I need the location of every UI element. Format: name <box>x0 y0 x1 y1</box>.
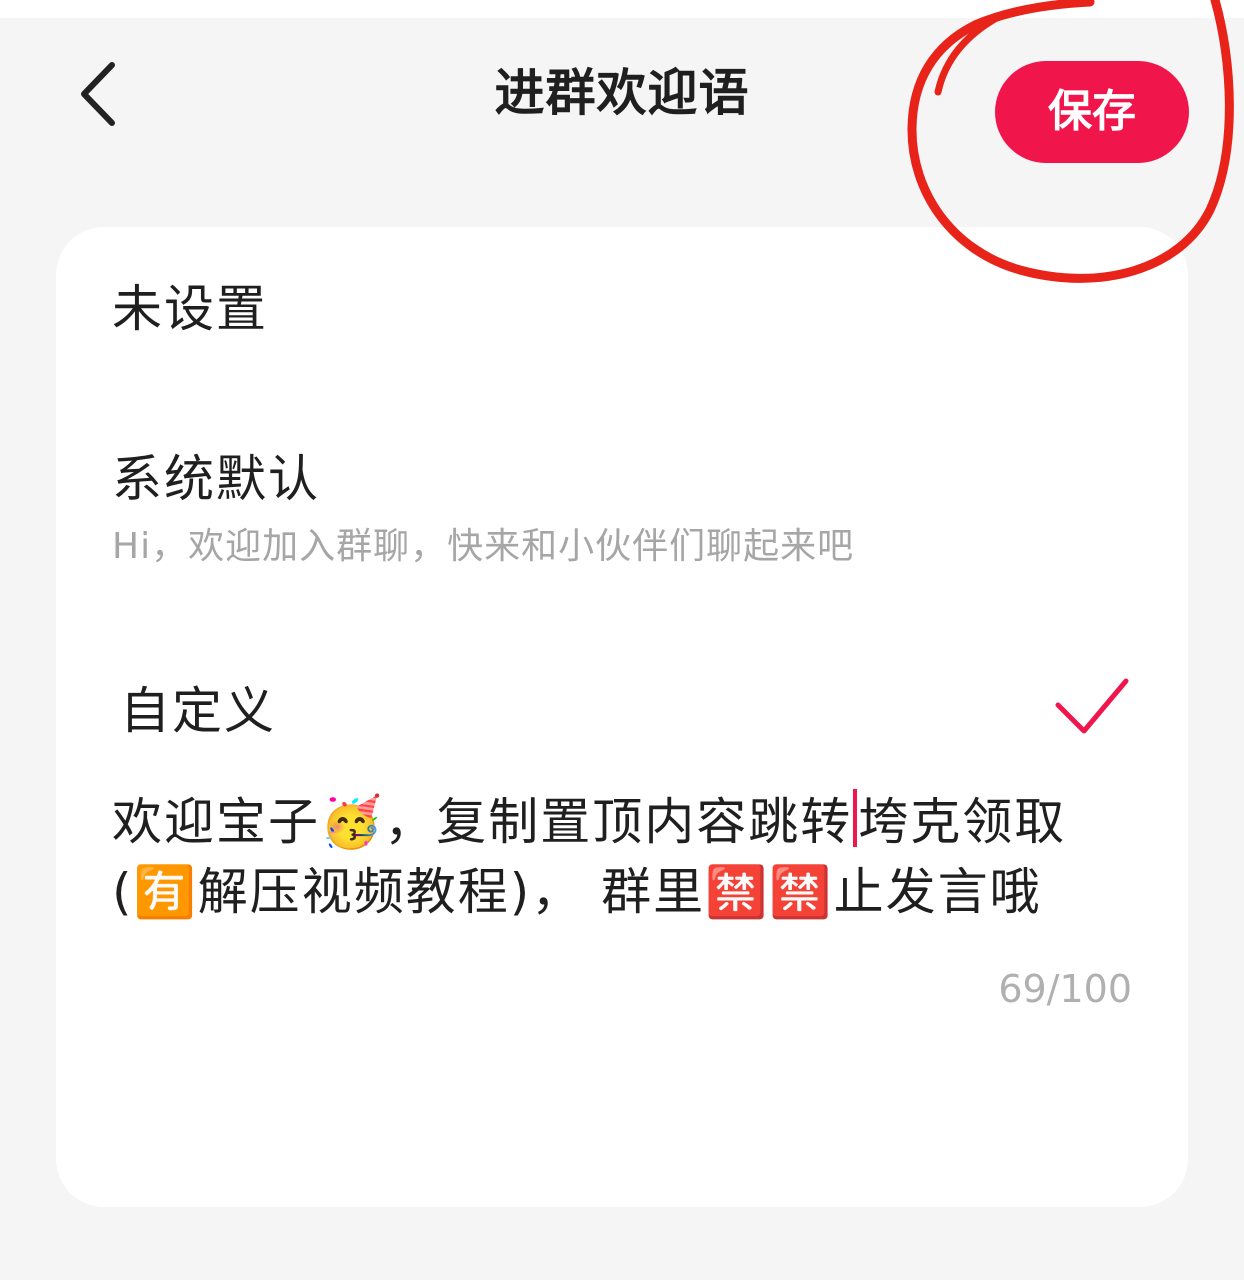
custom-message-input[interactable]: 欢迎宝子🥳，复制置顶内容跳转 垮克领取(🈶解压视频教程)， 群里🈲🈲止发言哦 <box>112 787 1132 947</box>
option-system-default[interactable]: 系统默认 <box>112 447 320 511</box>
option-custom[interactable]: 自定义 <box>120 679 276 743</box>
custom-text-before-caret: 欢迎宝子🥳，复制置顶内容跳转 <box>112 793 853 851</box>
welcome-options-card: 未设置 系统默认 Hi，欢迎加入群聊，快来和小伙伴们聊起来吧 自定义 欢迎宝子🥳… <box>56 227 1188 1207</box>
text-caret <box>853 789 858 847</box>
back-button[interactable] <box>62 58 134 130</box>
option-unset[interactable]: 未设置 <box>112 277 268 341</box>
chevron-left-icon <box>81 62 115 126</box>
character-counter: 69/100 <box>998 967 1132 1011</box>
status-bar-strip <box>0 0 1244 18</box>
page-title: 进群欢迎语 <box>494 64 750 122</box>
checkmark-icon <box>1055 678 1129 734</box>
save-button[interactable]: 保存 <box>995 61 1189 163</box>
system-default-description: Hi，欢迎加入群聊，快来和小伙伴们聊起来吧 <box>112 526 855 567</box>
nav-bar: 进群欢迎语 保存 <box>0 18 1244 178</box>
